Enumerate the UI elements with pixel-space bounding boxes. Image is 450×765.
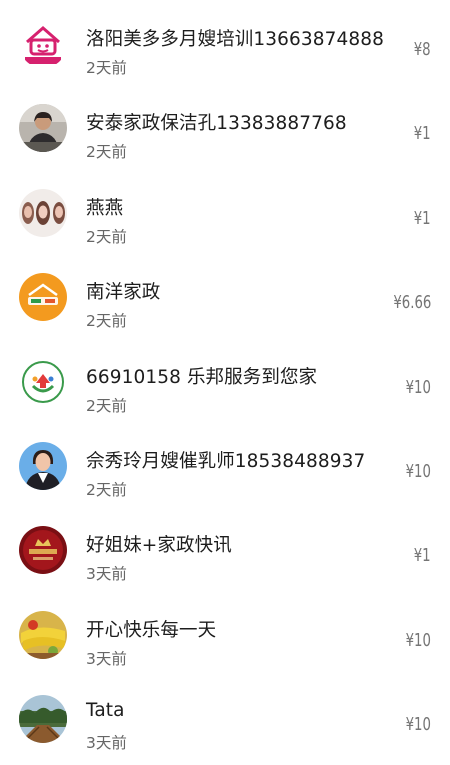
item-time: 2天前	[86, 312, 127, 331]
list-item[interactable]: 安泰家政保洁孔13383887768 2天前 ¥1	[0, 84, 450, 168]
list-item[interactable]: 南洋家政 2天前 ¥6.66	[0, 253, 450, 337]
list-item[interactable]: 66910158 乐邦服务到您家 2天前 ¥10	[0, 338, 450, 422]
item-amount: ¥8	[414, 39, 431, 60]
group-photo-avatar[interactable]	[19, 188, 67, 237]
item-name: 燕燕	[86, 197, 124, 219]
item-amount: ¥6.66	[392, 292, 431, 314]
item-amount: ¥1	[414, 207, 431, 229]
item-name: 南洋家政	[86, 282, 161, 304]
list-item[interactable]: 洛阳美多多月嫂培训13663874888 2天前 ¥8	[0, 0, 450, 84]
item-amount: ¥1	[414, 123, 431, 145]
red-crown-avatar[interactable]	[19, 526, 67, 575]
item-time: 3天前	[86, 734, 127, 753]
item-amount: ¥10	[405, 376, 431, 398]
item-time: 2天前	[86, 480, 127, 499]
item-name: 66910158 乐邦服务到您家	[86, 366, 318, 388]
item-time: 2天前	[86, 59, 127, 77]
house-logo-avatar[interactable]	[19, 20, 67, 68]
list-item[interactable]: Tata 3天前 ¥10	[0, 675, 450, 759]
item-amount: ¥1	[414, 545, 431, 567]
item-time: 2天前	[86, 227, 127, 246]
fruit-photo-avatar[interactable]	[19, 610, 67, 659]
reward-list: 洛阳美多多月嫂培训13663874888 2天前 ¥8 安泰家政保洁孔13383…	[0, 0, 450, 760]
item-name: 洛阳美多多月嫂培训13663874888	[86, 29, 384, 50]
item-time: 3天前	[86, 565, 127, 584]
item-name: Tata	[86, 700, 125, 722]
item-amount: ¥10	[405, 460, 431, 482]
person-photo-avatar[interactable]	[19, 104, 67, 153]
list-item[interactable]: 佘秀玲月嫂催乳师18538488937 2天前 ¥10	[0, 422, 450, 506]
item-name: 开心快乐每一天	[86, 619, 217, 641]
item-amount: ¥10	[405, 714, 431, 736]
item-name: 安泰家政保洁孔13383887768	[86, 113, 347, 135]
green-badge-avatar[interactable]	[19, 357, 67, 406]
item-name: 好姐妹+家政快讯	[86, 535, 232, 557]
orange-logo-avatar[interactable]	[19, 273, 67, 322]
item-time: 2天前	[86, 143, 127, 162]
item-name: 佘秀玲月嫂催乳师18538488937	[86, 450, 366, 472]
list-item[interactable]: 开心快乐每一天 3天前 ¥10	[0, 591, 450, 675]
list-item[interactable]: 好姐妹+家政快讯 3天前 ¥1	[0, 506, 450, 590]
woman-photo-avatar[interactable]	[19, 441, 67, 490]
item-amount: ¥10	[405, 629, 431, 651]
item-time: 3天前	[86, 649, 127, 668]
list-item[interactable]: 燕燕 2天前 ¥1	[0, 169, 450, 253]
landscape-photo-avatar[interactable]	[19, 695, 67, 744]
item-time: 2天前	[86, 396, 127, 415]
